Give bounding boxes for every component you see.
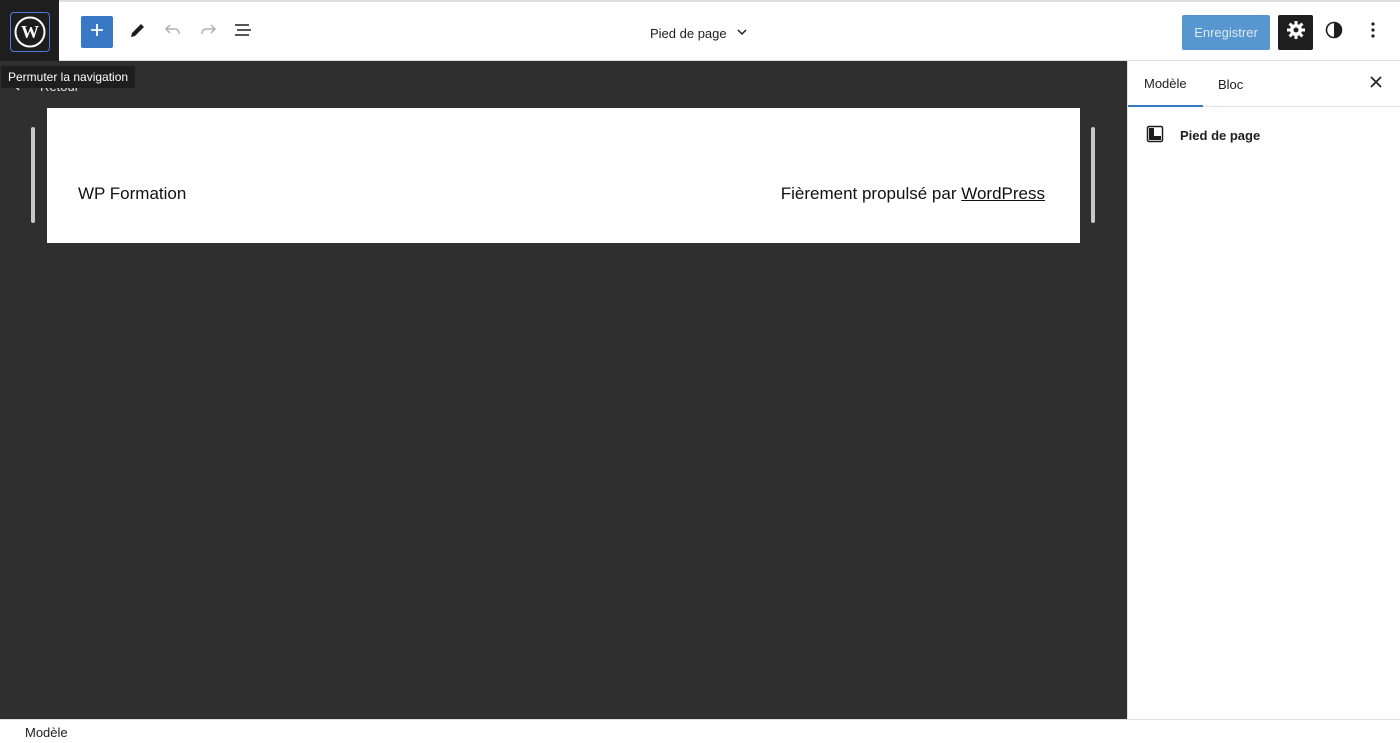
credit-text: Fièrement propulsé par WordPress	[781, 184, 1045, 204]
site-title[interactable]: WP Formation	[78, 184, 186, 204]
svg-text:W: W	[21, 22, 39, 42]
close-icon	[1369, 75, 1383, 94]
redo-button[interactable]	[192, 16, 224, 48]
redo-icon	[198, 20, 218, 45]
half-circle-icon	[1324, 20, 1344, 45]
footer-template-preview[interactable]: WP Formation Fièrement propulsé par Word…	[47, 108, 1080, 243]
plus-icon	[89, 22, 105, 43]
edit-tool-button[interactable]	[122, 16, 154, 48]
list-view-icon	[233, 20, 253, 45]
more-vertical-icon	[1363, 20, 1383, 45]
document-title-dropdown[interactable]: Pied de page	[650, 17, 749, 49]
undo-icon	[163, 20, 183, 45]
settings-sidebar: Modèle Bloc Pied de page	[1127, 61, 1400, 719]
template-info: Pied de page	[1146, 125, 1260, 146]
pencil-icon	[128, 20, 148, 45]
tab-block[interactable]: Bloc	[1202, 61, 1259, 107]
toggle-navigation-button[interactable]: W	[0, 0, 59, 63]
close-sidebar-button[interactable]	[1360, 68, 1392, 100]
wordpress-icon: W	[9, 11, 50, 52]
resize-handle-left[interactable]	[31, 127, 35, 223]
template-name: Pied de page	[1180, 128, 1261, 143]
top-toolbar: W Pied de page Enregistrer	[0, 0, 1400, 63]
list-view-button[interactable]	[227, 16, 259, 48]
credit-prefix: Fièrement propulsé par	[780, 184, 957, 203]
breadcrumb[interactable]: Modèle	[25, 725, 68, 740]
sidebar-tabs: Modèle Bloc	[1128, 61, 1400, 107]
editor-canvas: Retour Permuter la navigation WP Formati…	[0, 61, 1127, 719]
resize-handle-right[interactable]	[1091, 127, 1095, 223]
wordpress-link[interactable]: WordPress	[961, 184, 1045, 203]
document-title: Pied de page	[650, 25, 727, 41]
status-bar: Modèle	[0, 719, 1400, 743]
options-menu-button[interactable]	[1357, 16, 1389, 48]
styles-button[interactable]	[1318, 16, 1350, 48]
template-part-icon	[1146, 125, 1164, 146]
tab-model[interactable]: Modèle	[1128, 61, 1203, 107]
settings-button[interactable]	[1278, 15, 1313, 50]
chevron-down-icon	[735, 25, 749, 42]
save-button[interactable]: Enregistrer	[1182, 15, 1270, 50]
navigation-tooltip: Permuter la navigation	[1, 66, 136, 88]
add-block-button[interactable]	[81, 16, 113, 48]
undo-button[interactable]	[157, 16, 189, 48]
gear-icon	[1286, 20, 1306, 45]
